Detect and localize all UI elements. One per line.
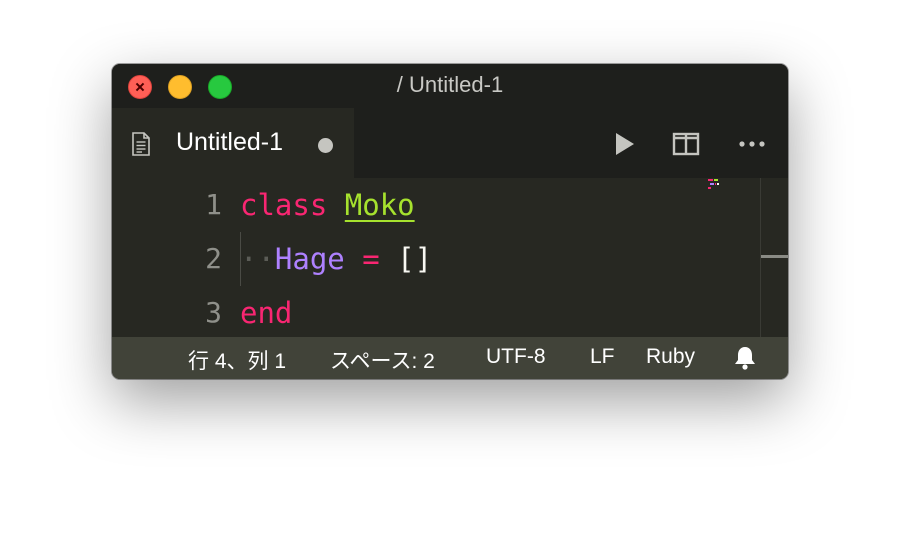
- split-editor-icon[interactable]: [672, 130, 700, 158]
- status-bar: 行 4、列 1 スペース: 2 UTF-8 LF Ruby: [112, 337, 788, 379]
- class-name-token: Moko: [344, 188, 415, 222]
- whitespace-token: ··: [240, 242, 275, 276]
- code-editor[interactable]: 1 2 3 class Moko ··Hage = [] end: [112, 178, 788, 337]
- line-number: 1: [205, 188, 222, 221]
- file-icon: [132, 132, 150, 156]
- operator-token: =: [362, 242, 380, 276]
- keyword-token: end: [240, 296, 293, 330]
- minimap[interactable]: [708, 178, 734, 198]
- editor-window: / Untitled-1 Untitled-1 1 2 3 class Moko…: [112, 64, 788, 379]
- play-icon[interactable]: [610, 130, 638, 158]
- line-number: 3: [205, 296, 222, 329]
- vertical-scrollbar[interactable]: [760, 178, 788, 337]
- language-mode-status[interactable]: Ruby: [646, 345, 695, 369]
- line-number-gutter: 1 2 3: [112, 178, 230, 337]
- code-line[interactable]: class Moko: [240, 178, 415, 232]
- code-line[interactable]: ··Hage = []: [240, 232, 432, 286]
- cursor-position-status[interactable]: 行 4、列 1: [188, 345, 286, 375]
- bell-icon[interactable]: [732, 345, 758, 371]
- keyword-token: class: [240, 188, 328, 222]
- tab-untitled-1[interactable]: Untitled-1: [112, 108, 354, 178]
- code-line[interactable]: end: [240, 286, 292, 340]
- array-literal-token: []: [397, 242, 433, 276]
- tab-bar: Untitled-1: [112, 108, 788, 178]
- indentation-status[interactable]: スペース: 2: [330, 345, 435, 375]
- encoding-status[interactable]: UTF-8: [486, 345, 546, 369]
- constant-token: Hage: [274, 242, 345, 276]
- window-title: / Untitled-1: [396, 72, 504, 97]
- eol-status[interactable]: LF: [590, 345, 615, 369]
- title-bar[interactable]: / Untitled-1: [112, 64, 788, 108]
- scrollbar-cursor-marker: [761, 255, 788, 258]
- more-icon[interactable]: [738, 130, 766, 158]
- line-number: 2: [205, 242, 222, 275]
- tab-label: Untitled-1: [176, 128, 283, 156]
- unsaved-indicator-dot[interactable]: [318, 138, 333, 153]
